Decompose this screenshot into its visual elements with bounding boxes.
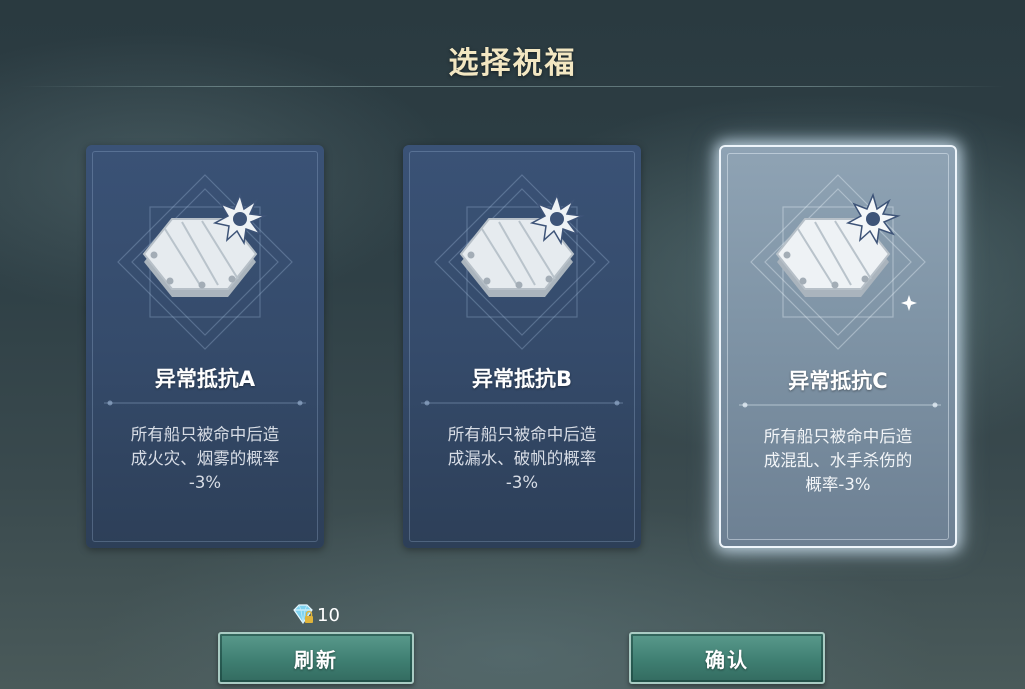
anomaly-shield-icon: [750, 174, 926, 350]
title-divider: [20, 86, 1005, 87]
card-description: 所有船只被命中后造 成火灾、烟雾的概率 -3%: [130, 425, 280, 492]
refresh-button[interactable]: 刷新: [218, 632, 414, 684]
confirm-button[interactable]: 确认: [629, 632, 825, 684]
card-divider: [104, 400, 306, 406]
blessing-card-c[interactable]: 异常抵抗C 所有船只被命中后造 成混乱、水手杀伤的 概率-3%: [719, 145, 957, 548]
card-divider: [421, 400, 623, 406]
card-divider: [739, 402, 941, 408]
card-title: 异常抵抗C: [788, 369, 888, 393]
anomaly-shield-icon: [117, 174, 293, 350]
refresh-cost-amount: 10: [317, 604, 340, 626]
refresh-cost: 10: [290, 603, 340, 627]
diamond-icon: [293, 604, 313, 625]
card-description: 所有船只被命中后造 成混乱、水手杀伤的 概率-3%: [763, 427, 913, 494]
blessing-card-b[interactable]: 异常抵抗B 所有船只被命中后造 成漏水、破帆的概率 -3%: [403, 145, 641, 548]
card-title: 异常抵抗B: [471, 367, 572, 391]
blessing-card-a[interactable]: 异常抵抗A 所有船只被命中后造 成火灾、烟雾的概率 -3%: [86, 145, 324, 548]
page-title: 选择祝福: [448, 46, 577, 81]
card-description: 所有船只被命中后造 成漏水、破帆的概率 -3%: [447, 425, 597, 492]
card-title: 异常抵抗A: [154, 367, 256, 391]
anomaly-shield-icon: [434, 174, 610, 350]
